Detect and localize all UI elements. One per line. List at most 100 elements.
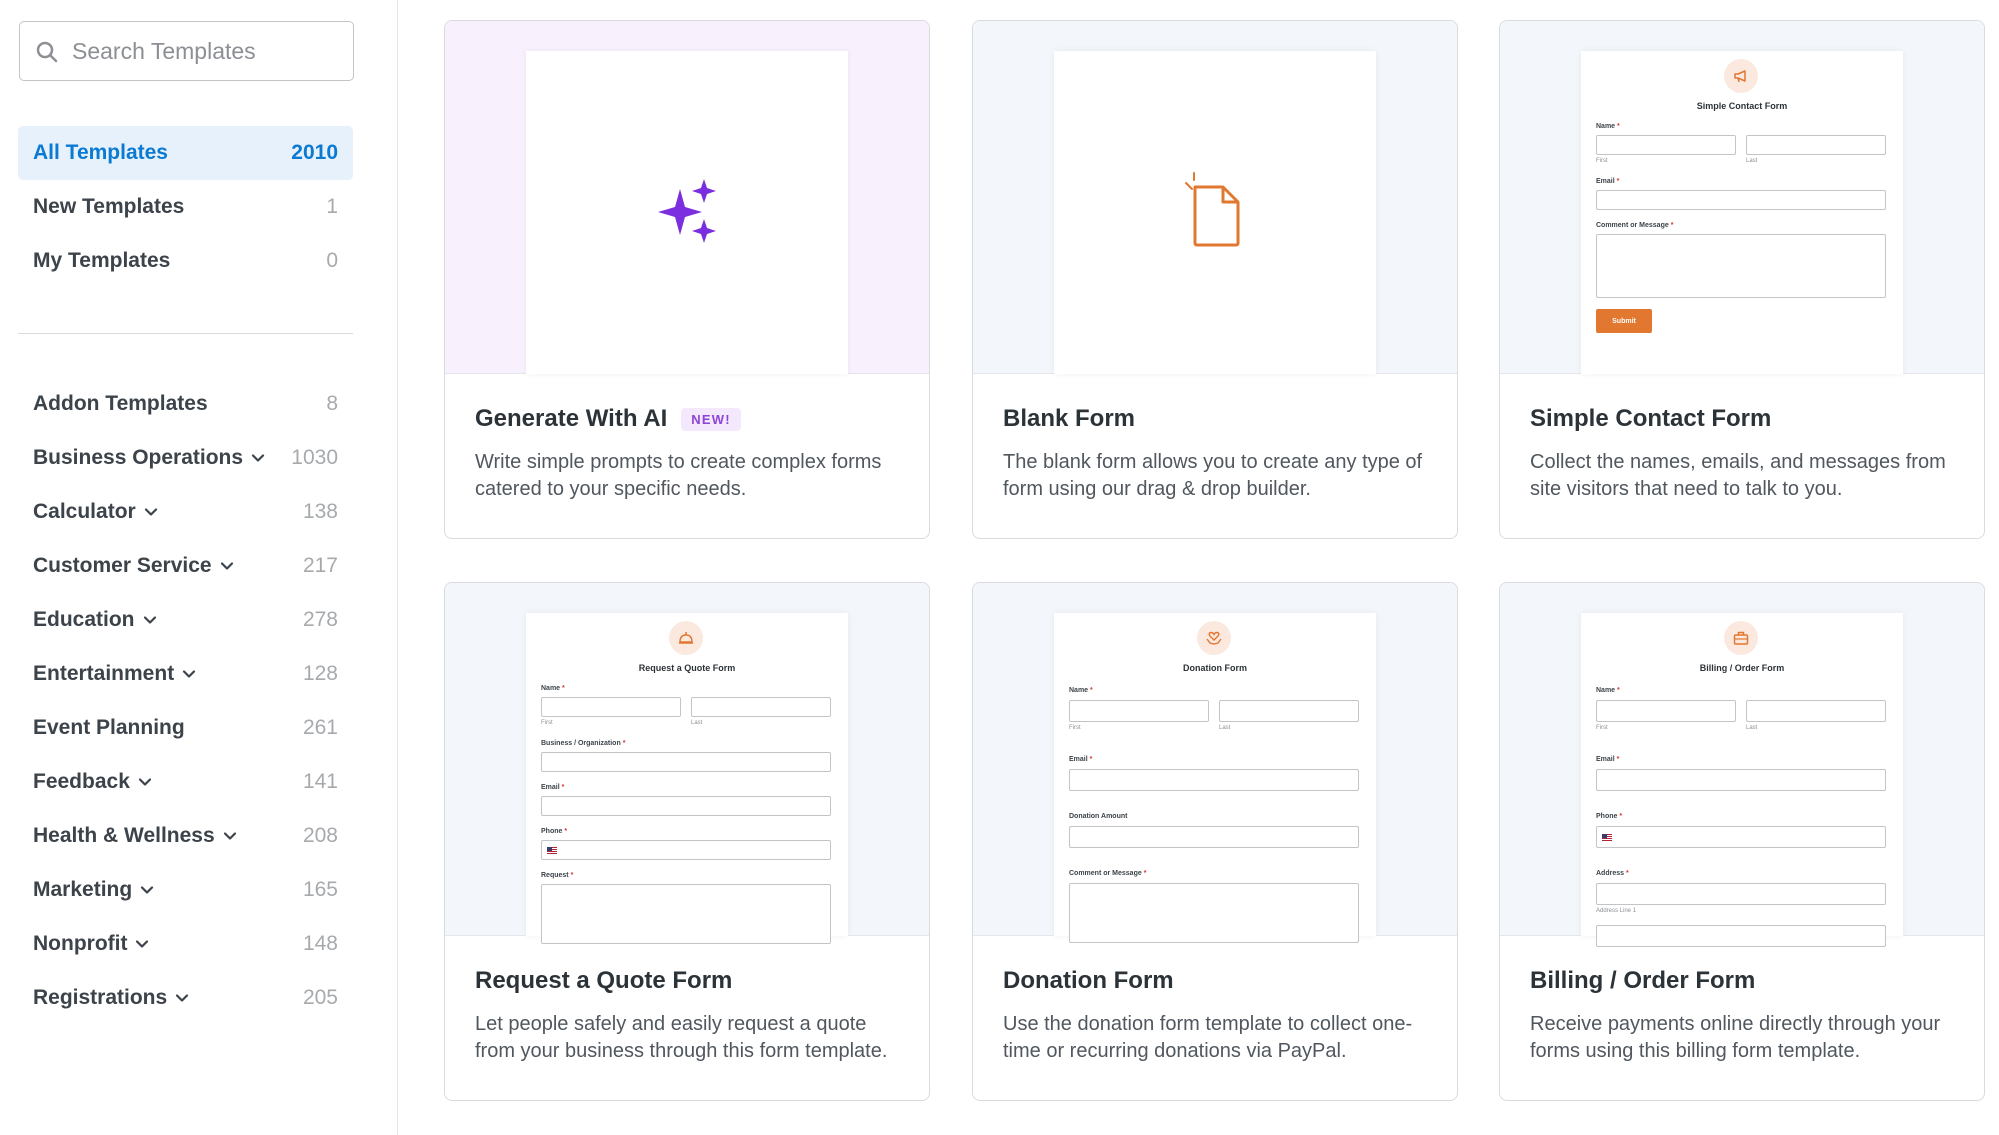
mini-form-title: Simple Contact Form [1696, 101, 1788, 111]
mini-sub-address-line: Address Line 1 [1596, 908, 1637, 914]
sidebar-category-event-planning[interactable]: Event Planning 261 [18, 701, 353, 755]
sidebar-category-education[interactable]: Education 278 [18, 593, 353, 647]
card-title-row: Simple Contact Form [1530, 405, 1771, 433]
chevron-down-icon[interactable] [182, 667, 196, 681]
category-count: 8 [326, 392, 338, 415]
card-preview [445, 21, 929, 374]
mini-label-phone: Phone * [1596, 813, 1623, 820]
card-preview: Donation Form Name * First Last Email * … [973, 583, 1457, 943]
us-flag-icon [1602, 834, 1612, 841]
us-flag-icon [547, 847, 557, 854]
category-label-group: Event Planning [33, 716, 185, 740]
mini-sub-last: Last [1746, 725, 1758, 731]
template-sidebar: All Templates 2010 New Templates 1 My Te… [0, 0, 398, 1135]
mini-sub-first: First [541, 720, 553, 726]
mini-phone-input [541, 840, 831, 860]
mini-form: Billing / Order Form Name * First Last E… [1581, 613, 1903, 947]
sidebar-category-health-and-wellness[interactable]: Health & Wellness 208 [18, 809, 353, 863]
template-card-generate-ai[interactable]: Generate With AI NEW! Write simple promp… [444, 20, 930, 539]
briefcase-icon [1724, 621, 1758, 655]
chevron-down-icon[interactable] [135, 937, 149, 951]
category-label: Business Operations [33, 446, 244, 469]
nav-item-all-templates[interactable]: All Templates 2010 [18, 126, 353, 180]
category-label-group: Business Operations [33, 446, 265, 470]
sidebar-category-business-operations[interactable]: Business Operations 1030 [18, 431, 353, 485]
sidebar-category-registrations[interactable]: Registrations 205 [18, 971, 353, 1025]
category-label: Nonprofit [33, 932, 128, 955]
sidebar-category-customer-service[interactable]: Customer Service 217 [18, 539, 353, 593]
category-label: Education [33, 608, 135, 631]
sidebar-category-addon-templates[interactable]: Addon Templates 8 [18, 377, 353, 431]
card-title: Request a Quote Form [475, 967, 733, 994]
mini-input [541, 752, 831, 772]
chevron-down-icon[interactable] [140, 883, 154, 897]
sidebar-category-calculator[interactable]: Calculator 138 [18, 485, 353, 539]
mini-label-email: Email * [1596, 756, 1620, 763]
sparkles-icon [658, 179, 716, 243]
chevron-down-icon[interactable] [223, 829, 237, 843]
mini-label-email: Email * [541, 784, 565, 791]
mini-sub-last: Last [1746, 158, 1758, 164]
card-title: Blank Form [1003, 405, 1136, 432]
search-input[interactable] [72, 37, 332, 65]
category-label-group: Marketing [33, 878, 154, 902]
template-card-simple-contact[interactable]: Simple Contact Form Name * First Last Em… [1499, 20, 1985, 539]
card-description: Collect the names, emails, and messages … [1530, 451, 1946, 500]
category-count: 205 [302, 986, 338, 1009]
template-card-donation[interactable]: Donation Form Name * First Last Email * … [972, 582, 1458, 1101]
category-label-group: Feedback [33, 770, 152, 794]
nav-item-my-templates[interactable]: My Templates 0 [18, 234, 353, 288]
card-preview [973, 21, 1457, 374]
template-card-billing-order[interactable]: Billing / Order Form Name * First Last E… [1499, 582, 1985, 1101]
card-description: Write simple prompts to create complex f… [475, 451, 882, 500]
mini-input [1069, 700, 1209, 722]
category-label-group: Customer Service [33, 554, 234, 578]
sidebar-category-nonprofit[interactable]: Nonprofit 148 [18, 917, 353, 971]
mini-textarea [541, 884, 831, 944]
chevron-down-icon[interactable] [143, 613, 157, 627]
chevron-down-icon[interactable] [220, 559, 234, 573]
mini-input [1596, 883, 1886, 905]
mini-label-business: Business / Organization * [541, 740, 626, 747]
chevron-down-icon[interactable] [175, 991, 189, 1005]
nav-item-label: New Templates [33, 195, 185, 218]
search-box[interactable] [19, 21, 354, 81]
mini-form-title: Billing / Order Form [1699, 663, 1785, 673]
nav-item-count: 2010 [291, 141, 338, 164]
mini-textarea [1069, 883, 1359, 943]
card-title-row: Donation Form [1003, 967, 1174, 995]
chevron-down-icon[interactable] [251, 451, 265, 465]
preview-sheet [526, 51, 848, 374]
category-label-group: Education [33, 608, 157, 632]
mini-label-email: Email * [1069, 756, 1093, 763]
mini-input [1596, 700, 1736, 722]
mini-form: Request a Quote Form Name * First Last B… [526, 613, 848, 944]
mini-input [1746, 700, 1886, 722]
category-count: 138 [302, 500, 338, 523]
sidebar-category-feedback[interactable]: Feedback 141 [18, 755, 353, 809]
template-card-request-quote[interactable]: Request a Quote Form Name * First Last B… [444, 582, 930, 1101]
category-label: Customer Service [33, 554, 212, 577]
nav-item-new-templates[interactable]: New Templates 1 [18, 180, 353, 234]
category-label: Marketing [33, 878, 133, 901]
chevron-down-icon[interactable] [138, 775, 152, 789]
preview-sheet [1054, 51, 1376, 374]
sidebar-category-marketing[interactable]: Marketing 165 [18, 863, 353, 917]
search-icon [36, 41, 58, 63]
template-card-blank-form[interactable]: Blank Form The blank form allows you to … [972, 20, 1458, 539]
card-title-row: Request a Quote Form [475, 967, 732, 995]
mini-phone-input [1596, 826, 1886, 848]
sidebar-category-entertainment[interactable]: Entertainment 128 [18, 647, 353, 701]
mini-sub-last: Last [691, 720, 703, 726]
service-bell-icon [669, 621, 703, 655]
category-count: 165 [302, 878, 338, 901]
mini-form-title: Request a Quote Form [638, 663, 736, 673]
mini-submit-button: Submit [1596, 309, 1652, 333]
category-count: 148 [302, 932, 338, 955]
card-title: Donation Form [1003, 967, 1174, 994]
mini-input [1596, 135, 1736, 155]
category-count: 128 [302, 662, 338, 685]
megaphone-icon [1724, 59, 1758, 93]
blank-document-icon [1185, 172, 1240, 247]
chevron-down-icon[interactable] [144, 505, 158, 519]
